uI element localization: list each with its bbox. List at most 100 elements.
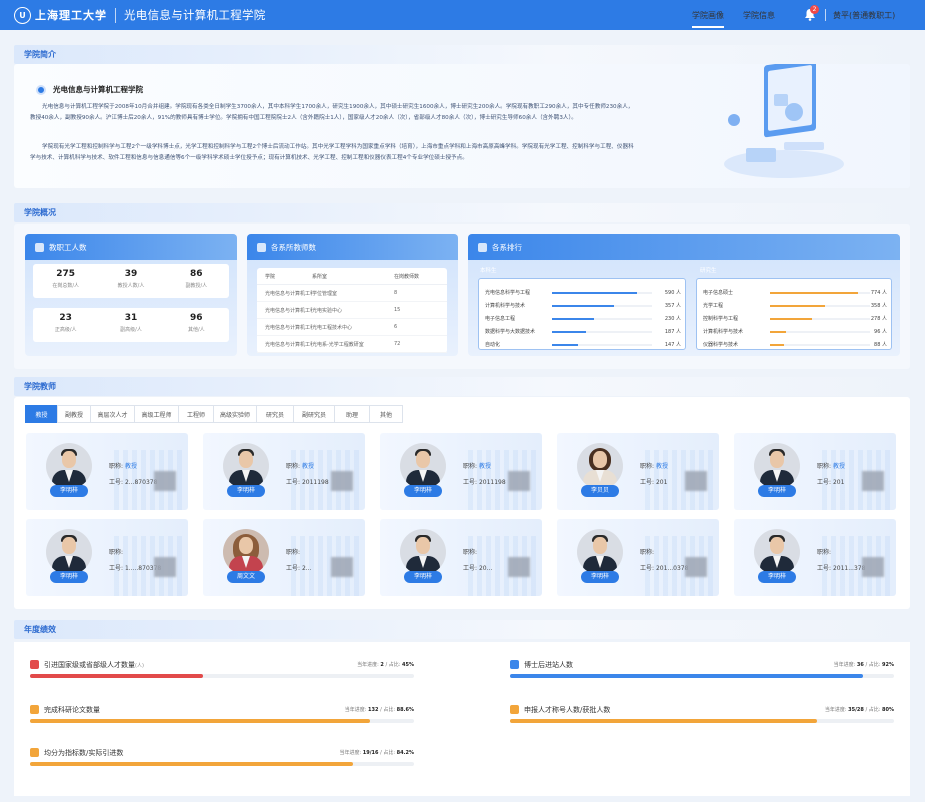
avatar — [46, 529, 92, 575]
rank-group-label-grad: 研究生 — [700, 268, 717, 274]
list-item: 仪器科学与技术 88 人 — [703, 342, 887, 348]
rank-group-label-undergrad: 本科生 — [480, 268, 497, 274]
teacher-title-row: 职称: 教授 — [286, 463, 314, 470]
teacher-id: 2...870378 — [124, 479, 158, 486]
teacher-id-row: 工号: 2011198 — [463, 479, 506, 486]
rank-bar-fill — [770, 331, 786, 333]
teacher-card[interactable]: 李明梓 职称: 工号: 1.....870378 — [26, 519, 188, 596]
teacher-title-row: 职称: 教授 — [109, 463, 137, 470]
rank-bar-track — [552, 305, 652, 307]
teacher-card[interactable]: 李明梓 职称: 工号: 20... — [380, 519, 542, 596]
list-item: 数据科学与大数据技术 187 人 — [485, 329, 681, 335]
stat-total: 275 在岗总数/人 — [52, 269, 79, 289]
nav-college-portrait[interactable]: 学院画像 — [692, 0, 724, 30]
progress-fill — [510, 719, 818, 723]
tab-teacher-category[interactable]: 副研究员 — [293, 405, 335, 423]
nav-college-info[interactable]: 学院信息 — [743, 0, 775, 30]
teacher-title-row: 职称: 教授 — [640, 463, 668, 470]
performance-title: 博士后进站人数 — [524, 661, 573, 669]
performance-item: 引进国家级或省部级人才数量(人) 当年进度: 2 / 占比: 45% — [30, 660, 420, 690]
university-logo-icon: U — [14, 6, 31, 24]
rank-bar-fill — [552, 331, 586, 333]
avatar — [754, 443, 800, 489]
staff-card-title: 教职工人数 — [49, 242, 87, 252]
tab-teacher-category[interactable]: 高级实验师 — [213, 405, 257, 423]
teacher-id: 2011198 — [301, 479, 329, 486]
logo-glyph: U — [19, 10, 26, 20]
rank-bar-fill — [552, 305, 614, 307]
tab-teacher-category[interactable]: 教授 — [25, 405, 58, 423]
dept-teachers-card: 各系所教师数 学院系所室在岗教师数 光电信息与计算机工程学院学位管理室8 光电信… — [247, 234, 458, 356]
list-item: 自动化 147 人 — [485, 342, 681, 348]
performance-item: 完成科研论文数量 当年进度: 132 / 占比: 88.6% — [30, 705, 420, 735]
staff-count-card: 教职工人数 275 在岗总数/人 39 教授人数/人 86 副教授/人 23 正高级/人… — [25, 234, 237, 356]
performance-section-title: 年度绩效 — [14, 620, 910, 639]
rank-bar-fill — [770, 318, 812, 320]
teacher-id: 2011198 — [478, 479, 506, 486]
teacher-title: 教授 — [655, 463, 668, 470]
teacher-card[interactable]: 李明梓 职称: 教授 工号: 2011198 — [203, 433, 365, 510]
teacher-title-row: 职称: — [640, 549, 655, 556]
teacher-card[interactable]: 李贝贝 职称: 教授 工号: 201 — [557, 433, 719, 510]
document-icon — [30, 705, 39, 714]
teacher-card[interactable]: 李明梓 职称: 教授 工号: 201 — [734, 433, 896, 510]
performance-meta: 当年进度: 36 / 占比: 92% — [833, 662, 894, 668]
rank-bar-fill — [552, 318, 594, 320]
stat-senior: 23 正高级/人 — [54, 313, 77, 333]
teacher-name: 李明梓 — [227, 485, 265, 497]
teacher-card[interactable]: 李明梓 职称: 教授 工号: 2011198 — [380, 433, 542, 510]
teachers-section-title: 学院教师 — [14, 377, 910, 396]
avatar — [223, 529, 269, 575]
teacher-card[interactable]: 周文文 职称: 工号: 2... — [203, 519, 365, 596]
avatar — [577, 443, 623, 489]
tab-teacher-category[interactable]: 研究员 — [256, 405, 294, 423]
ranking-icon — [478, 242, 487, 252]
progress-fill — [30, 762, 354, 766]
college-logo-icon — [36, 84, 46, 95]
performance-title: 申报人才称号人数/获批人数 — [524, 706, 611, 714]
tab-teacher-category[interactable]: 助理 — [334, 405, 370, 423]
teacher-card[interactable]: 李明梓 职称: 工号: 2011...378 — [734, 519, 896, 596]
person-icon — [510, 705, 519, 714]
performance-item: 均分为指标数/实际引进数 当年进度: 19/16 / 占比: 84.2% — [30, 748, 420, 778]
tab-teacher-category[interactable]: 高层次人才 — [90, 405, 135, 423]
teacher-title-row: 职称: — [286, 549, 301, 556]
ranking-card-title: 各系排行 — [492, 242, 522, 252]
intro-panel — [14, 64, 910, 188]
teacher-name: 李贝贝 — [581, 485, 619, 497]
user-menu[interactable]: 黄平(普通教职工) — [833, 0, 895, 30]
overview-section-title: 学院概况 — [14, 203, 910, 222]
title-divider — [115, 7, 116, 23]
teacher-card[interactable]: 李明梓 职称: 教授 工号: 2...870378 — [26, 433, 188, 510]
tab-teacher-category[interactable]: 工程师 — [178, 405, 214, 423]
avatar — [46, 443, 92, 489]
redaction-block — [331, 557, 353, 577]
teacher-id-row: 工号: 2011...378 — [817, 565, 866, 572]
intro-college-name: 光电信息与计算机工程学院 — [53, 85, 143, 94]
user-divider — [825, 9, 826, 21]
progress-track — [30, 674, 414, 678]
teacher-card[interactable]: 李明梓 职称: 工号: 201...0378 — [557, 519, 719, 596]
redaction-block — [685, 471, 707, 491]
building-icon — [257, 242, 266, 252]
table-row: 光电信息与计算机工程学院光电工程技术中心6 — [257, 319, 447, 336]
progress-fill — [30, 674, 203, 678]
tab-teacher-category[interactable]: 其他 — [369, 405, 403, 423]
chart-icon — [30, 748, 39, 757]
teacher-title: 教授 — [832, 463, 845, 470]
teacher-title-row: 职称: 教授 — [463, 463, 491, 470]
tab-teacher-category[interactable]: 副教授 — [57, 405, 91, 423]
list-item: 计算机科学与技术 357 人 — [485, 303, 681, 309]
avatar — [400, 443, 446, 489]
avatar — [400, 529, 446, 575]
teacher-name: 李明梓 — [50, 571, 88, 583]
tab-teacher-category[interactable]: 高级工程师 — [134, 405, 179, 423]
redaction-block — [331, 471, 353, 491]
rank-bar-track — [770, 331, 870, 333]
teacher-id-row: 工号: 201 — [640, 479, 668, 486]
teacher-name: 李明梓 — [50, 485, 88, 497]
teacher-category-tabs: 教授 副教授 高层次人才 高级工程师 工程师 高级实验师 研究员 副研究员 助理 其他 — [25, 405, 403, 423]
list-item: 光电信息科学与工程 590 人 — [485, 290, 681, 296]
teacher-id: 201...0378 — [655, 565, 689, 572]
certificate-illustration-icon — [724, 64, 844, 178]
